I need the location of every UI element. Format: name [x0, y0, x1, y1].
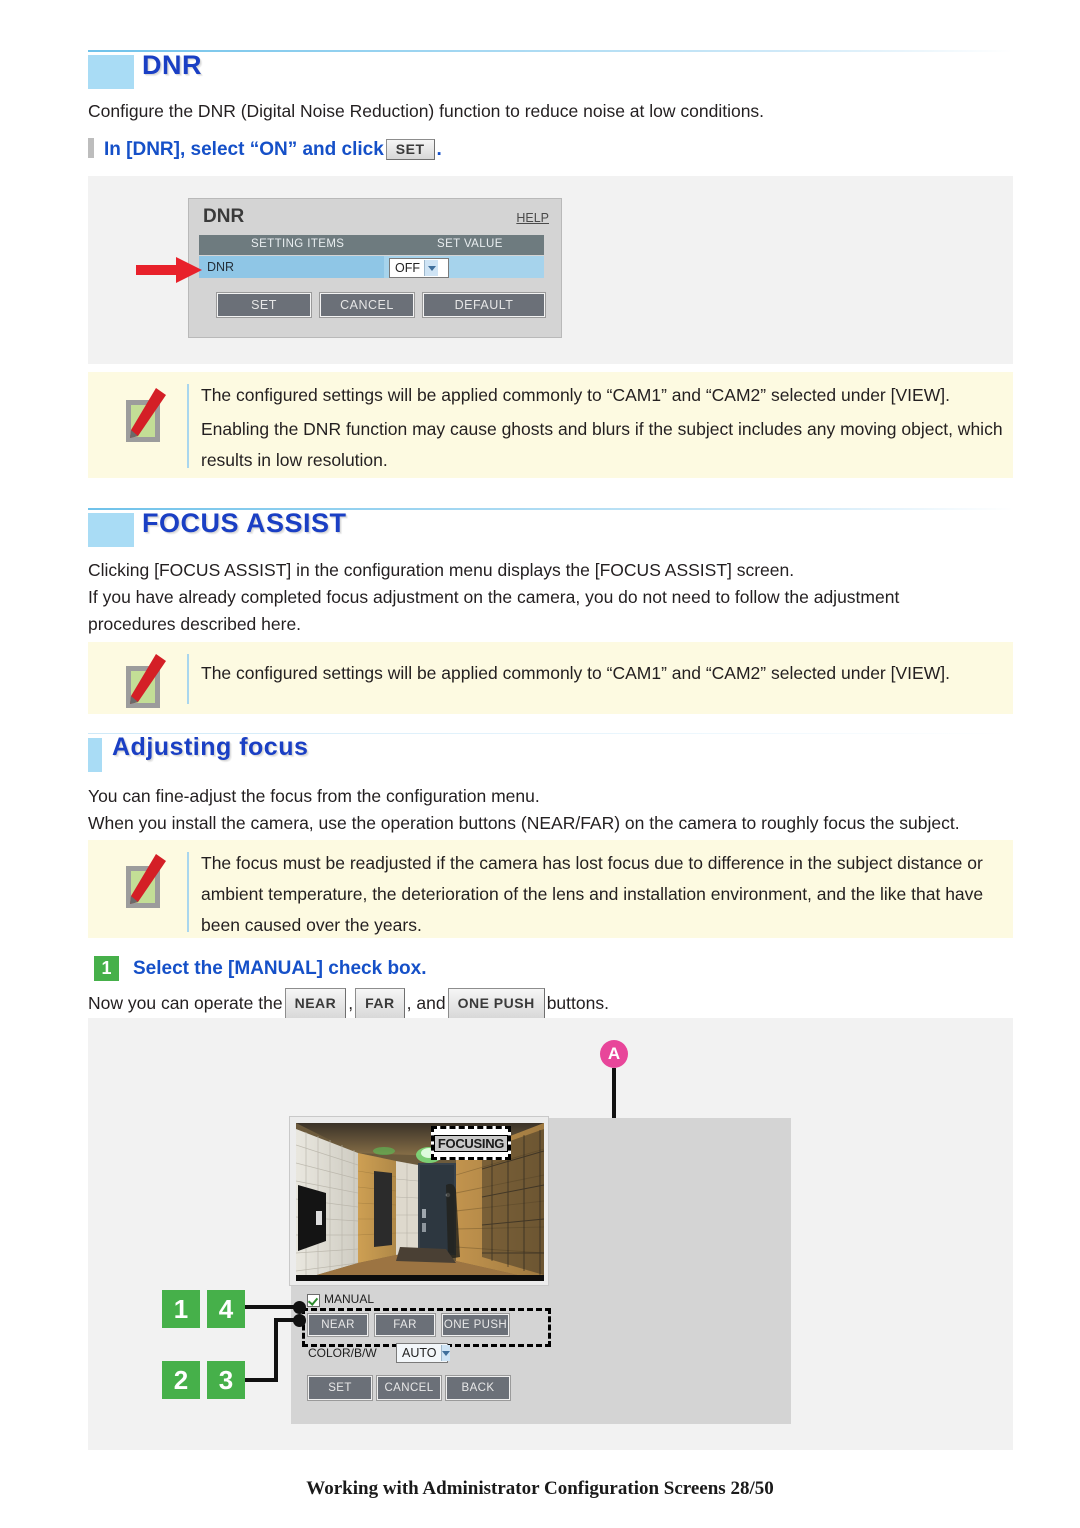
- chevron-down-icon: [424, 260, 438, 276]
- dnr-setting-row: DNR OFF: [199, 256, 544, 278]
- dnr-default-button[interactable]: DEFAULT: [423, 293, 545, 317]
- note-line-1: The configured settings will be applied …: [201, 385, 950, 405]
- manual-checkbox[interactable]: [307, 1294, 320, 1307]
- dnr-dialog: DNR HELP SETTING ITEMS SET VALUE DNR OFF…: [188, 198, 562, 338]
- callout-a-badge: A: [600, 1040, 628, 1068]
- colorbw-select[interactable]: AUTO: [396, 1343, 450, 1363]
- step-bar: [88, 138, 94, 158]
- operate-sep-1: ,: [348, 993, 354, 1013]
- set-button-inline[interactable]: SET: [385, 139, 435, 160]
- dnr-cancel-button[interactable]: CANCEL: [320, 293, 414, 317]
- step-badge-2-callout: 2: [162, 1361, 200, 1399]
- step-badge-1: 1: [94, 956, 119, 981]
- dnr-value-text: OFF: [395, 261, 420, 275]
- focus-screenshot-panel: A FOCUSING MANUAL NEAR FAR ONE PUSH COLO…: [88, 1018, 1013, 1450]
- dnr-step-text: In [DNR], select “ON” and click: [104, 139, 384, 160]
- operate-buttons-text: Now you can operate the NEAR, FAR, and ONE …: [88, 988, 1008, 1020]
- manual-label: MANUAL: [324, 1292, 375, 1306]
- note-accent-bar: [187, 852, 189, 932]
- near-button[interactable]: NEAR: [308, 1314, 368, 1336]
- step-1-heading: Select the [MANUAL] check box.: [133, 958, 427, 979]
- note-line-1: The configured settings will be applied …: [201, 663, 950, 683]
- note-box-dnr: The configured settings will be applied …: [88, 372, 1013, 478]
- note-line-2: Enabling the DNR function may cause ghos…: [201, 419, 1003, 470]
- far-button[interactable]: FAR: [375, 1314, 435, 1336]
- pencil-memo-icon: [126, 854, 166, 908]
- dnr-screenshot-panel: DNR HELP SETTING ITEMS SET VALUE DNR OFF…: [88, 176, 1013, 364]
- note-accent-bar: [187, 654, 189, 704]
- note-box-adjusting-focus: The focus must be readjusted if the came…: [88, 840, 1013, 938]
- connector-line-b: [274, 1318, 278, 1382]
- dnr-row-value-cell: OFF: [384, 256, 544, 278]
- heading-rule: [88, 50, 1013, 52]
- far-button-inline[interactable]: FAR: [355, 988, 405, 1020]
- section-title-dnr: DNR: [142, 50, 202, 80]
- note-accent-bar: [187, 384, 189, 468]
- dnr-value-select[interactable]: OFF: [389, 258, 449, 278]
- dnr-step-period: .: [436, 139, 442, 160]
- step-badge-1-callout: 1: [162, 1290, 200, 1328]
- one-push-button[interactable]: ONE PUSH: [442, 1314, 509, 1336]
- heading-accent-block: [88, 513, 134, 547]
- focus-assist-para-2: If you have already completed focus adju…: [88, 587, 900, 634]
- dnr-step-heading: In [DNR], select “ON” and click SET.: [88, 138, 442, 161]
- step-badge-3-callout: 3: [207, 1361, 245, 1399]
- pencil-memo-icon: [126, 654, 166, 708]
- document-page: DNR Configure the DNR (Digital Noise Red…: [0, 0, 1080, 1528]
- heading-accent-block: [88, 55, 134, 89]
- dnr-table-header: SETTING ITEMS SET VALUE: [199, 235, 544, 255]
- help-link[interactable]: HELP: [516, 211, 549, 225]
- col-header-setting-items: SETTING ITEMS: [251, 238, 345, 250]
- heading-accent-block: [88, 738, 102, 772]
- screen-cancel-button[interactable]: CANCEL: [377, 1376, 441, 1400]
- connector-dot-manual: [293, 1301, 306, 1314]
- focus-assist-screen: FOCUSING MANUAL NEAR FAR ONE PUSH COLOR/…: [289, 1116, 791, 1424]
- step-badge-4-callout: 4: [207, 1290, 245, 1328]
- operate-pre: Now you can operate the: [88, 993, 283, 1013]
- connector-dot-buttons: [293, 1314, 306, 1327]
- section-title-focus-assist: FOCUS ASSIST: [142, 508, 347, 538]
- near-button-inline[interactable]: NEAR: [284, 988, 347, 1020]
- screen-back-button[interactable]: BACK: [446, 1376, 510, 1400]
- dnr-intro-text: Configure the DNR (Digital Noise Reducti…: [88, 101, 765, 121]
- pencil-memo-icon: [126, 388, 166, 442]
- operate-sep-2: , and: [406, 993, 446, 1013]
- dnr-row-label: DNR: [207, 260, 235, 274]
- chevron-down-icon: [440, 1345, 450, 1361]
- note-line-1: The focus must be readjusted if the came…: [201, 853, 984, 935]
- page-footer: Working with Administrator Configuration…: [306, 1478, 774, 1499]
- red-arrow-icon: [136, 257, 202, 283]
- colorbw-label: COLOR/B/W: [308, 1346, 377, 1360]
- dnr-set-button[interactable]: SET: [217, 293, 311, 317]
- one-push-button-inline[interactable]: ONE PUSH: [447, 988, 545, 1020]
- operate-post: buttons.: [546, 993, 609, 1013]
- colorbw-value: AUTO: [402, 1346, 437, 1360]
- focusing-label: FOCUSING: [433, 1134, 509, 1152]
- note-box-focus-assist: The configured settings will be applied …: [88, 642, 1013, 714]
- screen-set-button[interactable]: SET: [308, 1376, 372, 1400]
- col-header-set-value: SET VALUE: [437, 238, 503, 250]
- dnr-dialog-title: DNR: [203, 206, 245, 227]
- focus-assist-para-1: Clicking [FOCUS ASSIST] in the configura…: [88, 560, 795, 580]
- adjusting-focus-para-2: When you install the camera, use the ope…: [88, 813, 960, 833]
- adjusting-focus-para-1: You can fine-adjust the focus from the c…: [88, 786, 540, 806]
- focusing-indicator: FOCUSING: [431, 1126, 511, 1160]
- section-title-adjusting-focus: Adjusting focus: [112, 733, 309, 761]
